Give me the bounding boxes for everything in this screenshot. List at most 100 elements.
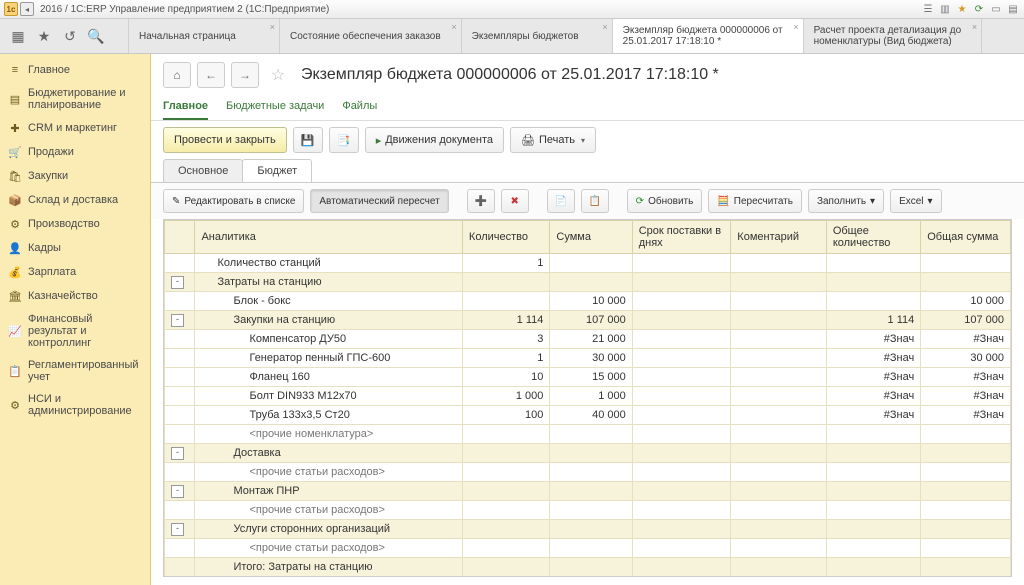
col-total-qty[interactable]: Общее количество (826, 221, 920, 254)
app-tab[interactable]: Экземпляр бюджета 000000006 от25.01.2017… (613, 19, 804, 53)
cell-sum[interactable] (550, 425, 632, 444)
recalc-button[interactable]: 🧮 Пересчитать (708, 189, 802, 213)
window-back-btn[interactable]: ◂ (20, 2, 34, 16)
cell-qty[interactable] (462, 558, 549, 577)
tab-files[interactable]: Файлы (342, 96, 377, 120)
nav-item[interactable]: 📈Финансовый результат и контроллинг (0, 308, 150, 354)
col-sum[interactable]: Сумма (550, 221, 632, 254)
app-tab[interactable]: Экземпляры бюджетов× (462, 19, 613, 53)
cell-analytics[interactable]: <прочие статьи расходов> (195, 463, 462, 482)
cell-comment[interactable] (731, 425, 827, 444)
nav-item[interactable]: ≡Главное (0, 58, 150, 82)
cell-total-sum[interactable] (921, 501, 1011, 520)
cell-qty[interactable] (462, 292, 549, 311)
expand-icon[interactable]: - (171, 276, 184, 289)
cell-analytics[interactable]: Доставка (195, 444, 462, 463)
cell-delivery[interactable] (632, 292, 731, 311)
cell-total-sum[interactable] (921, 444, 1011, 463)
cell-total-sum[interactable]: #Знач (921, 368, 1011, 387)
fill-button[interactable]: Заполнить▾ (808, 189, 884, 213)
table-row[interactable]: Количество станций1 (165, 254, 1011, 273)
cell-total-qty[interactable] (826, 539, 920, 558)
cell-sum[interactable] (550, 482, 632, 501)
cell-total-qty[interactable] (826, 425, 920, 444)
cell-comment[interactable] (731, 444, 827, 463)
cell-comment[interactable] (731, 539, 827, 558)
cell-comment[interactable] (731, 387, 827, 406)
delete-button[interactable]: ✖ (501, 189, 529, 213)
cell-total-qty[interactable] (826, 501, 920, 520)
cell-sum[interactable]: 15 000 (550, 368, 632, 387)
nav-item[interactable]: ⚙Производство (0, 212, 150, 236)
cell-delivery[interactable] (632, 273, 731, 292)
post-button[interactable]: 📑 (329, 127, 359, 153)
nav-item[interactable]: 🛒Продажи (0, 140, 150, 164)
table-row[interactable]: -Монтаж ПНР (165, 482, 1011, 501)
cell-delivery[interactable] (632, 520, 731, 539)
table-row[interactable]: -Услуги сторонних организаций (165, 520, 1011, 539)
movements-button[interactable]: ▸Движения документа (365, 127, 504, 153)
col-delivery[interactable]: Срок поставки в днях (632, 221, 731, 254)
cell-qty[interactable]: 1 (462, 349, 549, 368)
cell-comment[interactable] (731, 463, 827, 482)
cell-total-qty[interactable] (826, 577, 920, 578)
cell-sum[interactable] (550, 254, 632, 273)
cell-analytics[interactable]: Болт DIN933 М12х70 (195, 387, 462, 406)
cell-total-sum[interactable]: 30 000 (921, 349, 1011, 368)
cell-delivery[interactable] (632, 425, 731, 444)
cell-sum[interactable]: 107 000 (550, 311, 632, 330)
nav-item[interactable]: 🏛Казначейство (0, 284, 150, 308)
cell-delivery[interactable] (632, 254, 731, 273)
cell-comment[interactable] (731, 482, 827, 501)
nav-item[interactable]: ▤Бюджетирование и планирование (0, 82, 150, 116)
table-row[interactable]: Итого: Затраты на станцию (165, 558, 1011, 577)
cell-sum[interactable]: 40 000 (550, 406, 632, 425)
app-tab[interactable]: Начальная страница× (129, 19, 280, 53)
cell-analytics[interactable]: <прочие номенклатура> (195, 425, 462, 444)
table-row[interactable]: <прочие статьи расходов> (165, 463, 1011, 482)
table-row[interactable]: Компенсатор ДУ50321 000#Знач#Знач (165, 330, 1011, 349)
cell-total-sum[interactable] (921, 482, 1011, 501)
cell-total-qty[interactable] (826, 273, 920, 292)
save-button[interactable]: 💾 (293, 127, 323, 153)
col-analytics[interactable]: Аналитика (195, 221, 462, 254)
table-row[interactable]: Генератор пенный ГПС-600130 000#Знач30 0… (165, 349, 1011, 368)
cell-total-qty[interactable] (826, 558, 920, 577)
excel-button[interactable]: Excel▾ (890, 189, 941, 213)
table-row[interactable]: -Затраты на станцию (165, 273, 1011, 292)
cell-total-sum[interactable] (921, 577, 1011, 578)
cell-comment[interactable] (731, 349, 827, 368)
print-button[interactable]: 🖨Печать▾ (510, 127, 596, 153)
cell-total-qty[interactable] (826, 482, 920, 501)
cell-delivery[interactable] (632, 406, 731, 425)
cell-qty[interactable] (462, 444, 549, 463)
cell-total-qty[interactable] (826, 520, 920, 539)
cell-sum[interactable] (550, 444, 632, 463)
cell-total-sum[interactable] (921, 520, 1011, 539)
cell-sum[interactable] (550, 558, 632, 577)
subtab-basic[interactable]: Основное (163, 159, 243, 182)
cell-comment[interactable] (731, 577, 827, 578)
cell-analytics[interactable]: Итого: Затраты на станцию (195, 558, 462, 577)
cell-total-sum[interactable]: #Знач (921, 406, 1011, 425)
cell-analytics[interactable]: <прочие статьи расходов> (195, 539, 462, 558)
cell-qty[interactable]: 1 000 (462, 387, 549, 406)
cell-total-qty[interactable]: #Знач (826, 368, 920, 387)
cell-analytics[interactable]: Количество станций (195, 254, 462, 273)
cell-total-qty[interactable]: #Знач (826, 330, 920, 349)
cell-qty[interactable] (462, 273, 549, 292)
table-row[interactable]: <прочие статьи расходов> (165, 501, 1011, 520)
cell-total-qty[interactable]: 1 114 (826, 311, 920, 330)
cell-sum[interactable] (550, 577, 632, 578)
close-icon[interactable]: × (270, 22, 275, 32)
edit-in-list-button[interactable]: ✎ Редактировать в списке (163, 189, 304, 213)
auto-recalc-button[interactable]: Автоматический пересчет (310, 189, 448, 213)
history-icon[interactable]: ↺ (62, 28, 78, 44)
titlebar-icon[interactable]: ▭ (989, 2, 1003, 16)
favorite-icon[interactable]: ★ (36, 28, 52, 44)
cell-qty[interactable]: 3 (462, 330, 549, 349)
cell-total-sum[interactable] (921, 539, 1011, 558)
cell-delivery[interactable] (632, 463, 731, 482)
cell-total-sum[interactable] (921, 558, 1011, 577)
table-row[interactable]: Труба 133х3,5 Ст2010040 000#Знач#Знач (165, 406, 1011, 425)
